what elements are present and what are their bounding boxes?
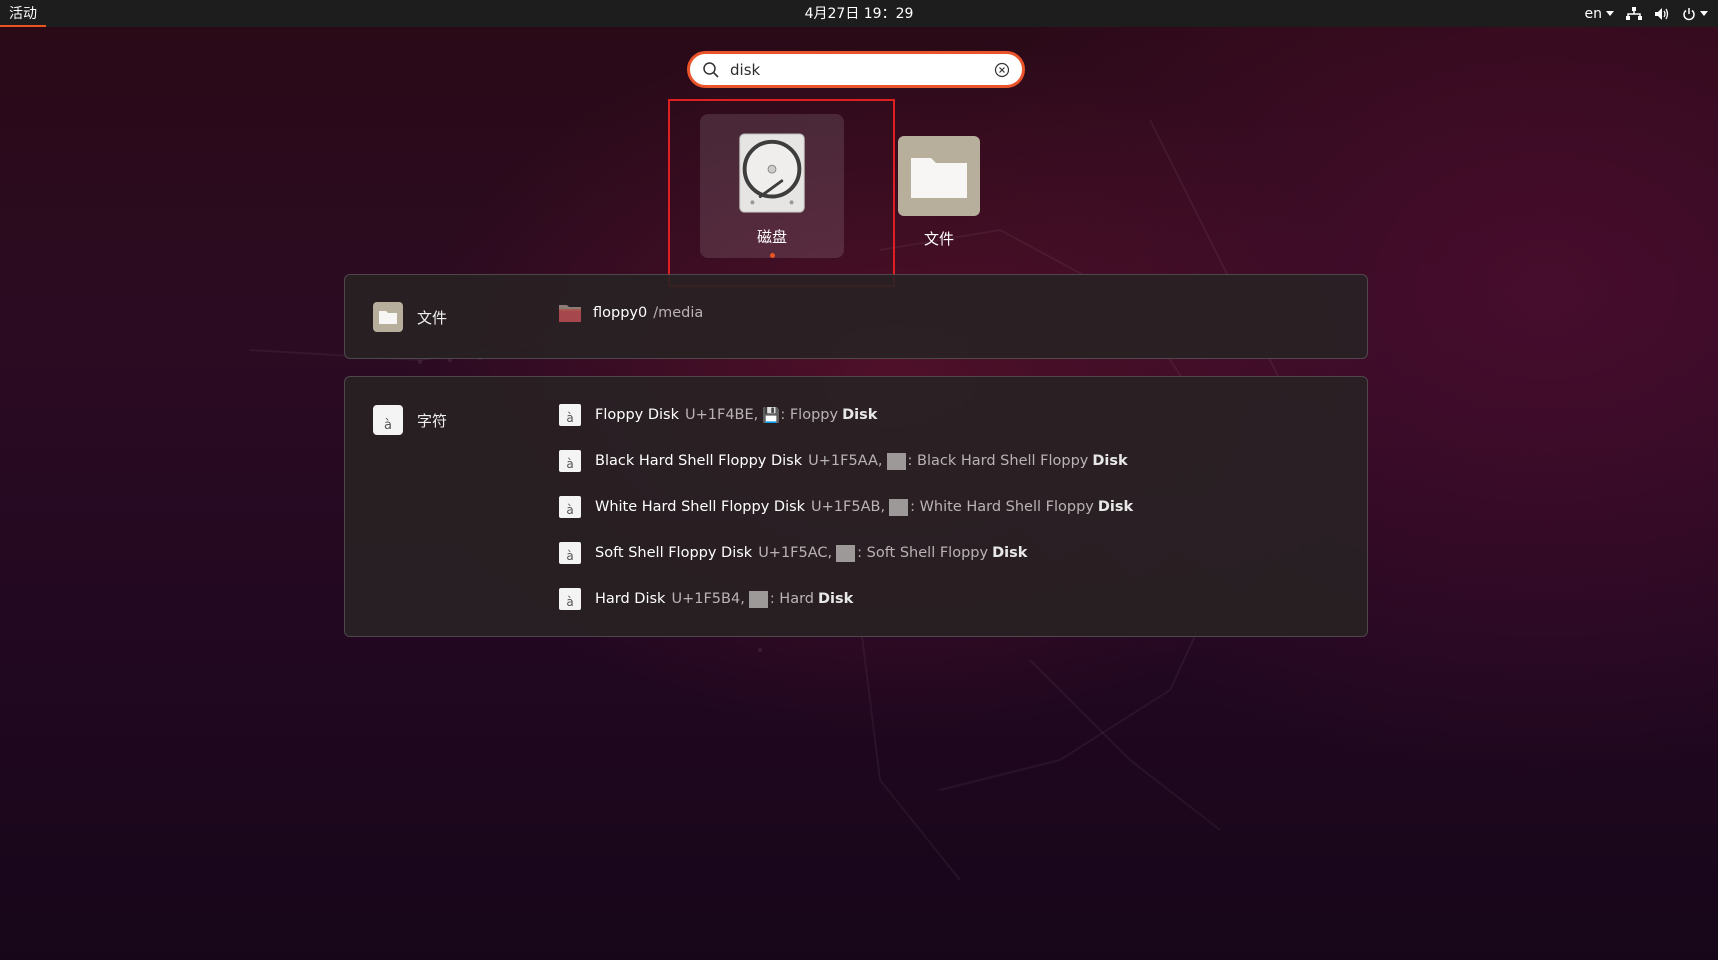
search-icon bbox=[703, 61, 719, 78]
char-name: Black Hard Shell Floppy Disk bbox=[595, 453, 803, 469]
folder-icon bbox=[373, 302, 403, 332]
character-icon: à bbox=[559, 588, 581, 610]
char-result-row[interactable]: à White Hard Shell Floppy Disk U+1F5AB, … bbox=[559, 495, 1133, 519]
char-name: Soft Shell Floppy Disk bbox=[595, 545, 753, 561]
provider-files[interactable]: 文件 bbox=[373, 302, 447, 332]
char-name: Floppy Disk bbox=[595, 407, 679, 423]
missing-glyph-box bbox=[886, 452, 906, 470]
char-code: U+1F5AC, bbox=[758, 545, 833, 561]
char-result-row[interactable]: à Hard Disk U+1F5B4, : Hard Disk bbox=[559, 587, 853, 611]
search-entry[interactable] bbox=[687, 51, 1025, 88]
file-result-row[interactable]: floppy0 /media bbox=[559, 301, 703, 325]
char-desc-text: : Floppy bbox=[780, 407, 839, 423]
char-code: U+1F5AB, bbox=[811, 499, 886, 515]
char-desc-text: : White Hard Shell Floppy bbox=[910, 499, 1094, 515]
char-glyph: 💾 bbox=[762, 407, 781, 424]
char-description: U+1F4BE, 💾 : Floppy Disk bbox=[685, 407, 877, 424]
char-match: Disk bbox=[1092, 453, 1128, 469]
app-label: 文件 bbox=[923, 230, 954, 248]
clear-search-icon[interactable] bbox=[994, 62, 1010, 78]
char-code: U+1F5AA, bbox=[808, 453, 883, 469]
folder-icon bbox=[559, 305, 581, 322]
folder-icon bbox=[898, 136, 980, 216]
char-code: U+1F4BE, bbox=[684, 407, 759, 423]
file-name: floppy0 bbox=[593, 305, 648, 321]
clock-label[interactable]: 4月27日 19：29 bbox=[805, 6, 914, 22]
clock: 4月27日 19：29 bbox=[0, 0, 1718, 27]
char-name: Hard Disk bbox=[595, 591, 666, 607]
character-icon: à bbox=[559, 542, 581, 564]
char-result-row[interactable]: à Soft Shell Floppy Disk U+1F5AC, : Soft… bbox=[559, 541, 1027, 565]
char-match: Disk bbox=[992, 545, 1028, 561]
power-icon bbox=[1683, 7, 1695, 20]
network-icon bbox=[1626, 6, 1642, 20]
language-label: en bbox=[1584, 5, 1603, 22]
file-path: /media bbox=[653, 305, 704, 321]
provider-label: 文件 bbox=[417, 308, 448, 327]
char-desc-text: : Hard bbox=[769, 591, 815, 607]
activities-button[interactable]: 活动 bbox=[0, 0, 46, 27]
files-results-panel: 文件 floppy0 /media bbox=[344, 274, 1368, 359]
character-icon: à bbox=[559, 404, 581, 426]
char-description: U+1F5B4, : Hard Disk bbox=[671, 590, 854, 608]
characters-app-icon: à bbox=[373, 405, 403, 435]
volume-indicator[interactable] bbox=[1654, 7, 1670, 21]
char-name: White Hard Shell Floppy Disk bbox=[595, 499, 806, 515]
search-input[interactable] bbox=[730, 60, 994, 79]
char-match: Disk bbox=[1097, 499, 1134, 515]
missing-glyph-box bbox=[889, 498, 909, 516]
highlight-box bbox=[668, 99, 895, 287]
char-description: U+1F5AA, : Black Hard Shell Floppy Disk bbox=[808, 452, 1128, 470]
missing-glyph-box bbox=[836, 544, 856, 562]
provider-characters[interactable]: à 字符 bbox=[373, 405, 447, 435]
char-code: U+1F5B4, bbox=[671, 591, 745, 607]
network-indicator[interactable] bbox=[1626, 6, 1642, 21]
character-icon: à bbox=[559, 496, 581, 518]
char-result-row[interactable]: à Black Hard Shell Floppy Disk U+1F5AA, … bbox=[559, 449, 1128, 473]
provider-label: 字符 bbox=[417, 411, 448, 430]
chevron-down-icon bbox=[1606, 11, 1614, 16]
top-bar: 活动 4月27日 19：29 en bbox=[0, 0, 1718, 27]
character-icon: à bbox=[559, 450, 581, 472]
char-desc-text: : Soft Shell Floppy bbox=[857, 545, 989, 561]
language-indicator[interactable]: en bbox=[1584, 5, 1614, 22]
characters-results-panel: à 字符 à Floppy Disk U+1F4BE, 💾 : Floppy D… bbox=[344, 376, 1368, 637]
char-match: Disk bbox=[842, 407, 878, 423]
missing-glyph-box bbox=[748, 590, 768, 608]
char-match: Disk bbox=[818, 591, 854, 607]
power-menu[interactable] bbox=[1682, 7, 1708, 21]
char-description: U+1F5AB, : White Hard Shell Floppy Disk bbox=[811, 498, 1134, 516]
volume-icon bbox=[1655, 7, 1669, 20]
chevron-down-icon bbox=[1700, 11, 1708, 16]
char-desc-text: : Black Hard Shell Floppy bbox=[907, 453, 1089, 469]
char-description: U+1F5AC, : Soft Shell Floppy Disk bbox=[758, 544, 1028, 562]
char-result-row[interactable]: à Floppy Disk U+1F4BE, 💾 : Floppy Disk bbox=[559, 403, 877, 427]
system-tray: en bbox=[1584, 0, 1708, 27]
